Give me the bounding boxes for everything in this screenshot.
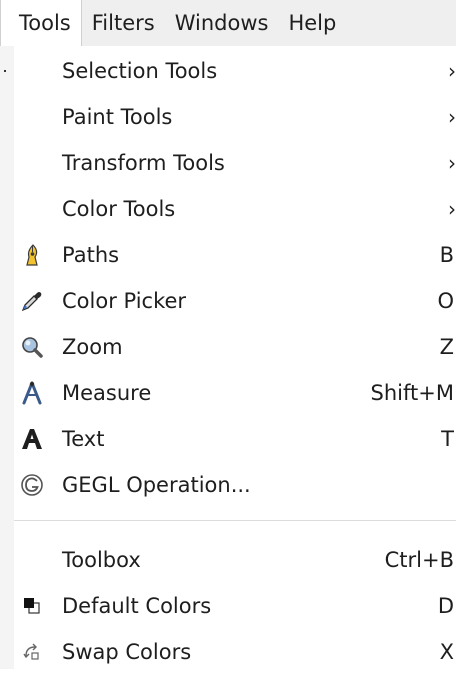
menu-item-paths[interactable]: Paths B bbox=[14, 232, 456, 278]
menu-item-transform-tools[interactable]: Transform Tools › bbox=[14, 140, 456, 186]
menu-item-label: Swap Colors bbox=[62, 640, 192, 664]
menu-item-label: Color Tools bbox=[62, 197, 176, 221]
menu-item-color-tools[interactable]: Color Tools › bbox=[14, 186, 456, 232]
menu-tools[interactable]: Tools bbox=[0, 0, 82, 46]
menu-item-toolbox[interactable]: Toolbox Ctrl+B bbox=[14, 537, 456, 583]
menu-item-label: Default Colors bbox=[62, 594, 212, 618]
menu-item-selection-tools[interactable]: Selection Tools › bbox=[14, 48, 456, 94]
menu-item-color-picker[interactable]: Color Picker O bbox=[14, 278, 456, 324]
shortcut-text: Ctrl+B bbox=[384, 548, 454, 572]
pen-nib-icon bbox=[20, 243, 44, 267]
shortcut-text: X bbox=[439, 640, 454, 664]
menu-item-zoom[interactable]: Zoom Z bbox=[14, 324, 456, 370]
menu-item-default-colors[interactable]: Default Colors D bbox=[14, 583, 456, 629]
shortcut-text: B bbox=[439, 243, 454, 267]
menu-item-paint-tools[interactable]: Paint Tools › bbox=[14, 94, 456, 140]
shortcut-text: Shift+M bbox=[370, 381, 454, 405]
swap-colors-icon bbox=[20, 640, 44, 664]
submenu-arrow-icon: › bbox=[448, 59, 456, 83]
submenu-arrow-icon: › bbox=[448, 151, 456, 175]
menu-item-label: Text bbox=[62, 427, 105, 451]
menu-item-label: GEGL Operation... bbox=[62, 473, 251, 497]
default-colors-icon bbox=[20, 594, 44, 618]
submenu-arrow-icon: › bbox=[448, 105, 456, 129]
shortcut-text: O bbox=[437, 289, 454, 313]
magnifier-icon bbox=[20, 335, 44, 359]
menu-item-label: Selection Tools bbox=[62, 59, 218, 83]
menu-windows[interactable]: Windows bbox=[165, 0, 279, 46]
menu-item-swap-colors[interactable]: Swap Colors X bbox=[14, 629, 456, 675]
shortcut-text: D bbox=[437, 594, 454, 618]
shortcut-text: Z bbox=[439, 335, 454, 359]
menu-item-label: Zoom bbox=[62, 335, 123, 359]
gegl-icon bbox=[20, 473, 44, 497]
menu-item-measure[interactable]: Measure Shift+M bbox=[14, 370, 456, 416]
shortcut-text: T bbox=[441, 427, 454, 451]
menu-item-gegl-operation[interactable]: GEGL Operation... bbox=[14, 462, 456, 508]
menubar: Tools Filters Windows Help bbox=[0, 0, 456, 46]
menu-item-label: Paint Tools bbox=[62, 105, 173, 129]
compass-icon bbox=[20, 381, 44, 405]
menu-item-label: Paths bbox=[62, 243, 120, 267]
text-a-icon bbox=[20, 427, 44, 451]
menu-item-label: Color Picker bbox=[62, 289, 187, 313]
menu-separator bbox=[14, 520, 456, 521]
menu-help[interactable]: Help bbox=[278, 0, 346, 46]
menu-filters[interactable]: Filters bbox=[82, 0, 165, 46]
submenu-arrow-icon: › bbox=[448, 197, 456, 221]
eyedropper-icon bbox=[20, 289, 44, 313]
menu-item-label: Toolbox bbox=[62, 548, 141, 572]
tools-dropdown-menu: Selection Tools › Paint Tools › Transfor… bbox=[0, 46, 456, 669]
background-window-edge bbox=[0, 46, 14, 669]
background-artifact bbox=[4, 70, 6, 72]
menu-item-text[interactable]: Text T bbox=[14, 416, 456, 462]
menu-item-label: Measure bbox=[62, 381, 152, 405]
menu-item-label: Transform Tools bbox=[62, 151, 225, 175]
